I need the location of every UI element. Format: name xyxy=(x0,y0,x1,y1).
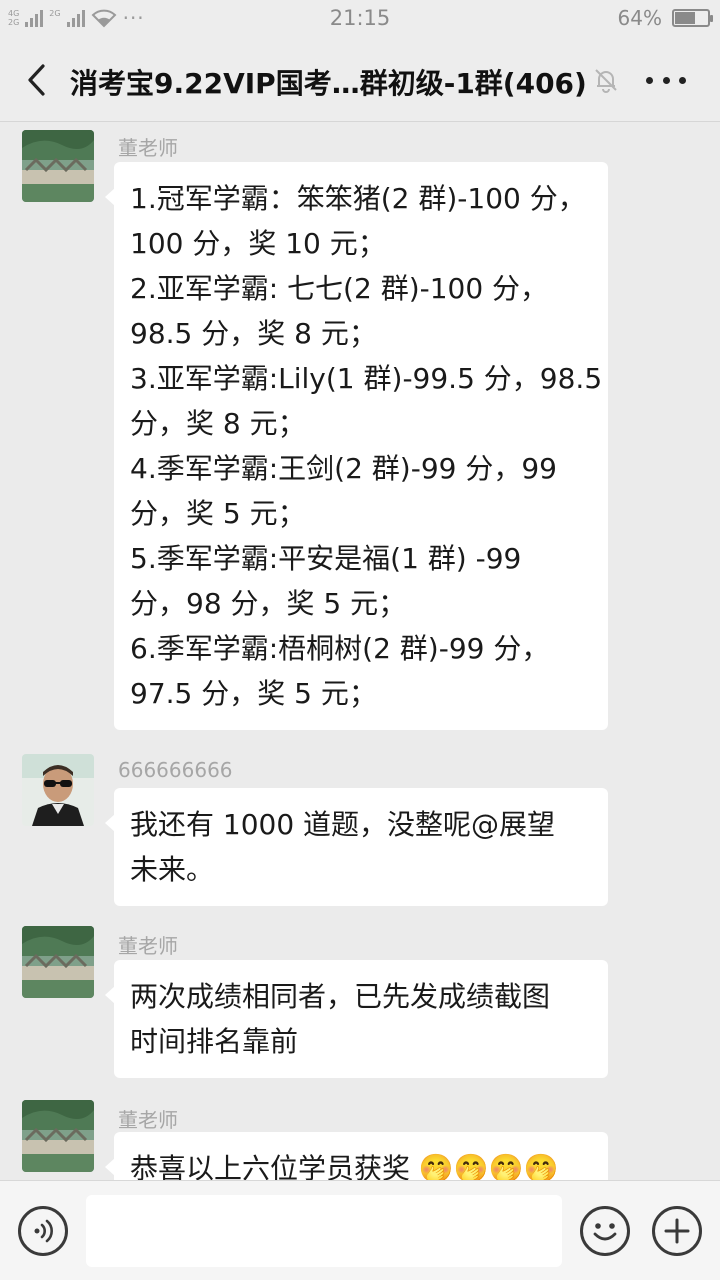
avatar[interactable] xyxy=(22,754,94,826)
status-bar: 4G 2G 2G . ··· 21:15 64% xyxy=(0,0,720,36)
input-bar xyxy=(0,1180,720,1280)
voice-button[interactable] xyxy=(18,1206,68,1256)
message-text-line: 分，98 分，奖 5 元； xyxy=(130,587,407,620)
more-dots-icon xyxy=(646,76,653,84)
voice-icon xyxy=(34,1219,53,1243)
message-text-line: 4.季军学霸:王剑(2 群)-99 分，99 xyxy=(130,452,557,485)
message-input[interactable] xyxy=(86,1195,562,1267)
message-text-line: 恭喜以上六位学员获奖 🤭🤭🤭🤭 xyxy=(130,1152,559,1180)
avatar[interactable] xyxy=(22,1100,94,1172)
landscape-avatar-icon xyxy=(22,130,94,202)
emoji-icon xyxy=(593,1223,617,1241)
sender-name: 董老师 xyxy=(118,934,178,958)
message-bubble[interactable]: 1.冠军学霸：笨笨猪(2 群)-100 分， 100 分，奖 10 元； 2.亚… xyxy=(105,162,608,730)
chat-header: 消考宝9.22VIP国考…群初级-1群(406) xyxy=(0,36,720,122)
message-text-line: 时间排名靠前 xyxy=(130,1025,299,1058)
message-text-line: 两次成绩相同者，已先发成绩截图 xyxy=(130,980,551,1013)
chat-title: 消考宝9.22VIP国考…群初级-1群(406) xyxy=(70,67,587,100)
sender-name: 董老师 xyxy=(118,1108,178,1132)
message-text-line: 6.季军学霸:梧桐树(2 群)-99 分， xyxy=(130,632,550,665)
bell-off-icon xyxy=(595,69,617,93)
avatar[interactable] xyxy=(22,130,94,202)
battery-icon xyxy=(672,9,713,27)
message-text-line: 我还有 1000 道题，没整呢@展望 xyxy=(130,808,556,841)
message-text-line: 5.季军学霸:平安是福(1 群) -99 xyxy=(130,542,522,575)
battery-fill xyxy=(675,12,696,24)
message-list[interactable]: 董老师 1.冠军学霸：笨笨猪(2 群)-100 分， 100 分，奖 10 元；… xyxy=(0,122,720,1180)
message-text-line: 3.亚军学霸:Lily(1 群)-99.5 分，98.5 xyxy=(130,362,603,395)
landscape-avatar-icon xyxy=(22,926,94,998)
message-text-line: 未来。 xyxy=(130,853,215,886)
plus-icon xyxy=(664,1218,690,1244)
message-text-line: 97.5 分，奖 5 元； xyxy=(130,677,377,710)
message-bubble[interactable]: 两次成绩相同者，已先发成绩截图 时间排名靠前 xyxy=(105,960,608,1078)
man-sunglasses-avatar-icon xyxy=(22,754,94,826)
message-text-line: 98.5 分，奖 8 元； xyxy=(130,317,377,350)
battery-percent: 64% xyxy=(617,6,662,30)
message-text-line: 2.亚军学霸: 七七(2 群)-100 分， xyxy=(130,272,549,305)
message-text-line: 分，奖 8 元； xyxy=(130,407,306,440)
message-text-line: 分，奖 5 元； xyxy=(130,497,306,530)
message-bubble[interactable]: 我还有 1000 道题，没整呢@展望 未来。 xyxy=(105,788,608,906)
emoji-button[interactable] xyxy=(580,1206,630,1256)
more-options-button[interactable] xyxy=(646,66,686,94)
message-bubble[interactable]: 恭喜以上六位学员获奖 🤭🤭🤭🤭 xyxy=(105,1132,608,1180)
message-text-line: 100 分，奖 10 元； xyxy=(130,227,386,260)
sender-name: 董老师 xyxy=(118,136,178,160)
back-button[interactable] xyxy=(18,60,54,100)
clock: 21:15 xyxy=(329,6,391,30)
mute-indicator xyxy=(592,66,620,94)
landscape-avatar-icon xyxy=(22,1100,94,1172)
chevron-left-icon xyxy=(28,64,45,96)
battery-status: 64% xyxy=(617,6,713,30)
message-text-line: 1.冠军学霸：笨笨猪(2 群)-100 分， xyxy=(130,182,586,215)
more-actions-button[interactable] xyxy=(652,1206,702,1256)
avatar[interactable] xyxy=(22,926,94,998)
sender-name: 666666666 xyxy=(118,758,233,782)
